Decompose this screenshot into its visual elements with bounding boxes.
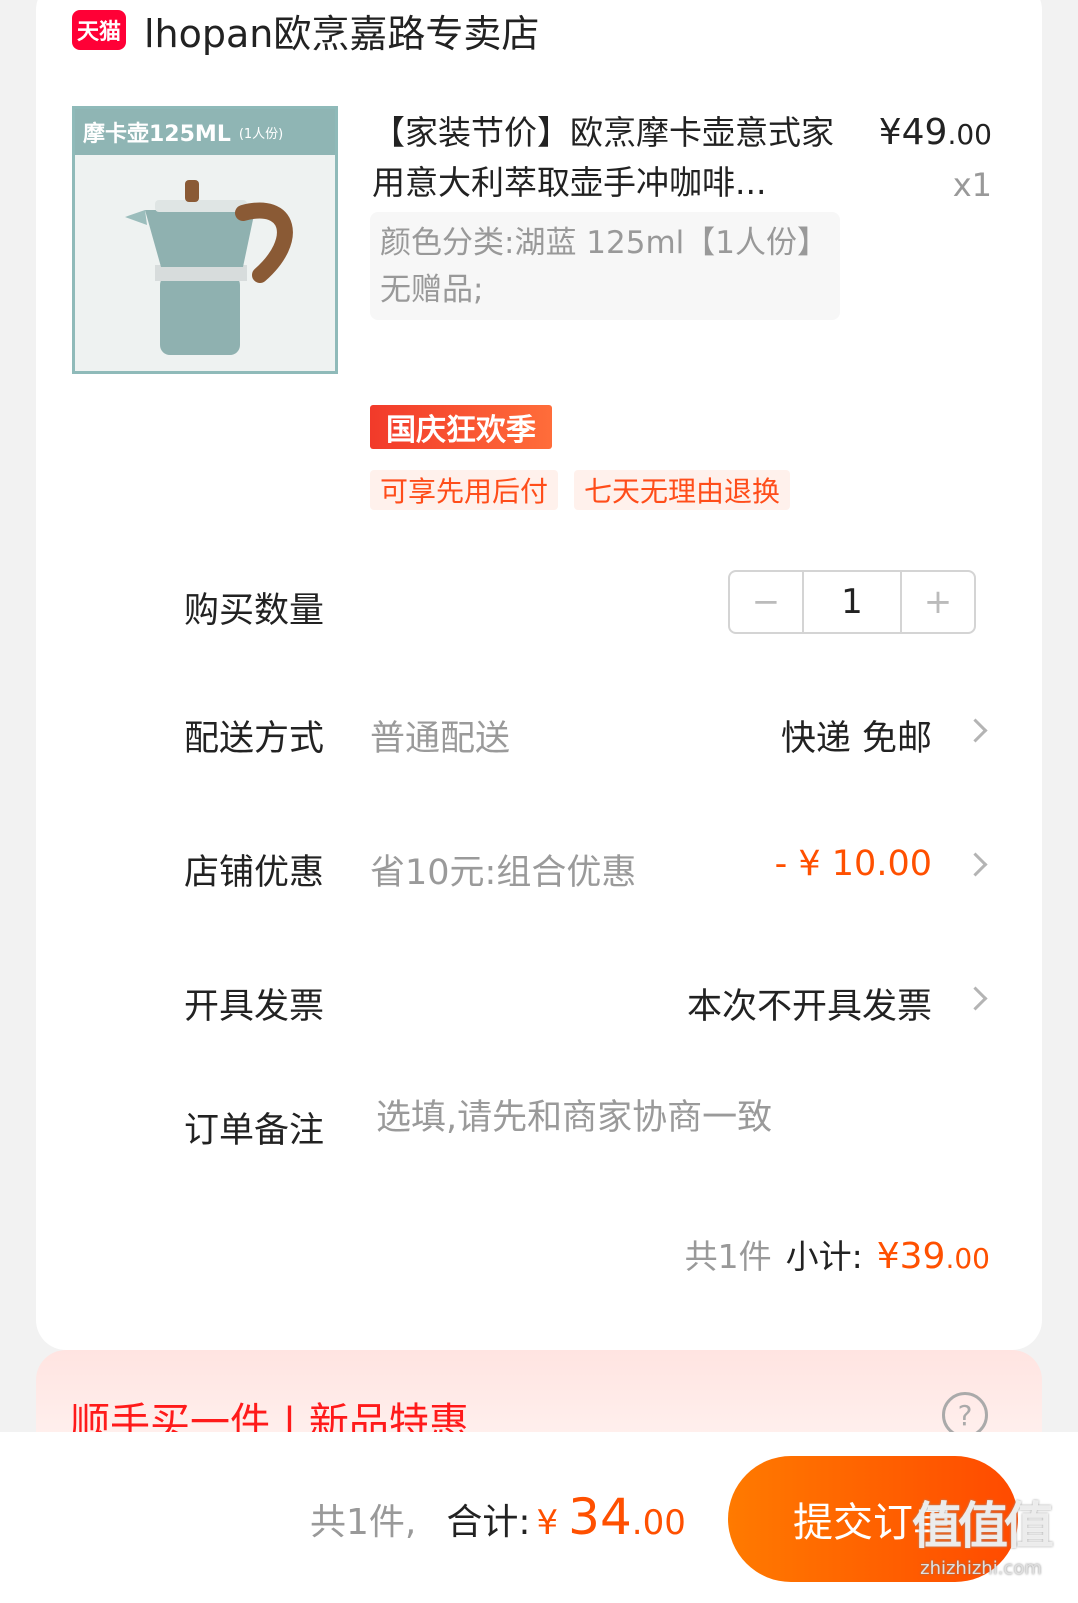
subtotal-label: 小计: <box>785 1237 863 1276</box>
decrease-button[interactable]: − <box>730 572 802 632</box>
watermark: 值值值 zhizhizhi.com <box>912 1486 1054 1579</box>
invoice-value[interactable]: 本次不开具发票 <box>687 978 932 1029</box>
product-thumbnail[interactable]: 摩卡壶125ML (1人份) <box>72 106 338 374</box>
remark-label: 订单备注 <box>184 1111 325 1151</box>
tmall-logo-icon: 天猫 <box>72 10 126 50</box>
promo-badge: 国庆狂欢季 <box>370 405 552 449</box>
total-label: 合计: <box>446 1502 531 1543</box>
delivery-value[interactable]: 快递 免邮 <box>781 710 932 761</box>
watermark-url: zhizhizhi.com <box>920 1558 1042 1579</box>
total-currency: ¥ <box>536 1503 559 1543</box>
subtotal-count: 共1件 <box>684 1237 772 1276</box>
thumbnail-sublabel: (1人份) <box>238 126 284 142</box>
product-title[interactable]: 【家装节价】欧烹摩卡壶意式家用意大利萃取壶手冲咖啡... <box>372 108 842 208</box>
discount-label: 店铺优惠 <box>184 853 325 893</box>
store-header[interactable]: 天猫 lhopan欧烹嘉路专卖店 <box>72 4 539 56</box>
service-tag-pay-later: 可享先用后付 <box>370 470 559 510</box>
total-amount: 34.00 <box>568 1488 686 1546</box>
moka-pot-image <box>125 180 293 355</box>
discount-value[interactable]: - ¥ 10.00 <box>775 844 932 884</box>
discount-desc: 省10元:组合优惠 <box>370 853 637 893</box>
invoice-label: 开具发票 <box>184 987 325 1027</box>
quantity-value[interactable]: 1 <box>802 572 902 632</box>
watermark-logo: 值值值 <box>912 1497 1054 1555</box>
quantity-stepper: − 1 + <box>728 570 976 634</box>
product-quantity: x1 <box>952 166 992 204</box>
total: 共1件, 合计: ¥ 34.00 <box>310 1488 686 1546</box>
delivery-label: 配送方式 <box>184 719 325 759</box>
thumbnail-label: 摩卡壶125ML <box>83 122 231 147</box>
sku-info[interactable]: 颜色分类:湖蓝 125ml【1人份】无赠品; <box>370 212 840 320</box>
product-price: ¥49.00 <box>878 112 992 153</box>
remark-input[interactable] <box>370 1098 982 1138</box>
store-name[interactable]: lhopan欧烹嘉路专卖店 <box>144 3 539 58</box>
delivery-type: 普通配送 <box>370 719 511 759</box>
subtotal: 共1件 小计: ¥39.00 <box>685 1230 990 1278</box>
quantity-label: 购买数量 <box>184 591 325 631</box>
service-tag-return: 七天无理由退换 <box>574 470 791 510</box>
thumbnail-band: 摩卡壶125ML (1人份) <box>75 109 335 155</box>
total-count: 共1件, <box>310 1502 417 1543</box>
subtotal-amount: ¥39.00 <box>876 1236 990 1277</box>
increase-button[interactable]: + <box>902 572 974 632</box>
